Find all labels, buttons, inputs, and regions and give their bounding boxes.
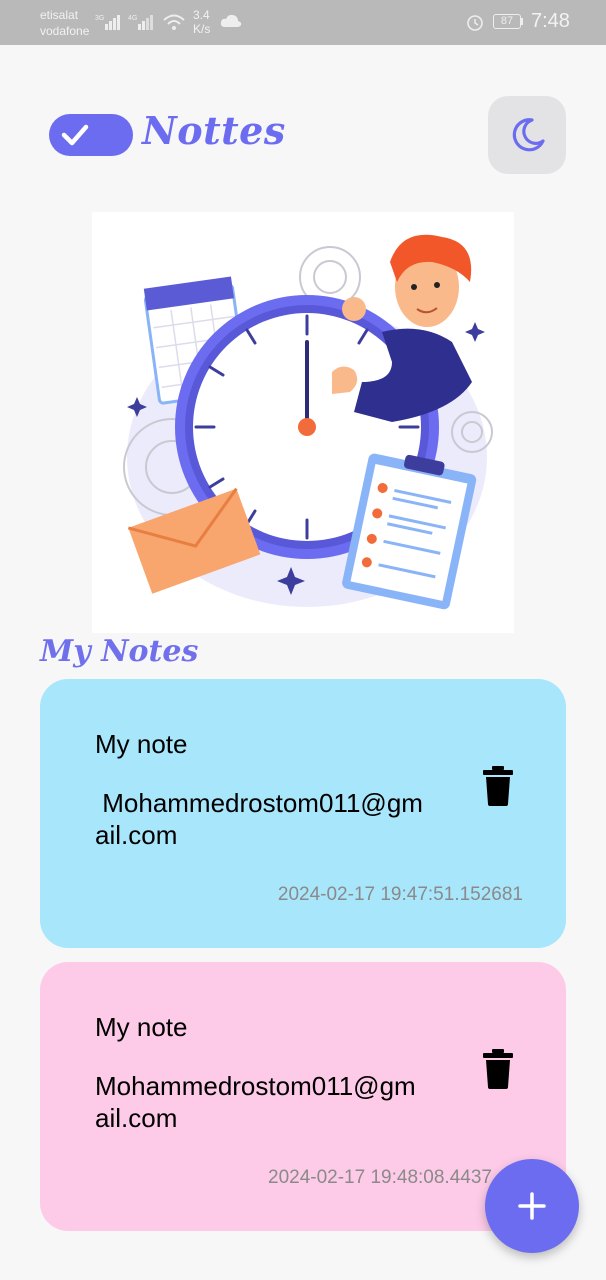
speed-value: 3.4 <box>193 8 210 22</box>
alarm-icon <box>467 15 483 31</box>
signal-icon-2: 4G <box>128 15 153 30</box>
moon-icon <box>512 118 545 152</box>
app-title: Nottes <box>142 108 286 153</box>
note-date: 2024-02-17 19:47:51.152681 <box>277 884 523 905</box>
carrier-2: vodafone <box>40 24 90 38</box>
signal-icon: 3G <box>95 15 120 30</box>
note-body: Mohammedrostom011@gmail.com <box>95 1071 416 1133</box>
plus-icon <box>518 1192 546 1220</box>
hero-illustration <box>92 212 514 633</box>
delete-icon[interactable] <box>482 1049 514 1089</box>
net-2-label: 4G <box>128 15 137 22</box>
note-title: My note <box>95 729 188 759</box>
status-time: 7:48 <box>531 10 570 32</box>
cloud-icon <box>220 14 242 27</box>
net-1-label: 3G <box>95 15 104 22</box>
carrier-labels: etisalat vodafone <box>40 7 89 39</box>
carrier-1: etisalat <box>40 8 79 22</box>
theme-toggle-button[interactable] <box>488 96 566 174</box>
battery-icon: 87 <box>493 14 521 29</box>
battery-level: 87 <box>500 15 514 27</box>
battery-nub <box>521 18 523 25</box>
note-title: My note <box>95 1012 188 1042</box>
check-toggle-icon <box>49 114 133 156</box>
note-date: 2024-02-17 19:48:08.4437 <box>268 1167 492 1188</box>
add-note-button[interactable] <box>485 1159 579 1253</box>
network-speed: 3.4 K/s <box>193 8 210 36</box>
wifi-icon <box>163 14 185 30</box>
section-title: My Notes <box>40 634 199 669</box>
status-bar: etisalat vodafone 3G 4G 3.4 K/s 87 7:48 <box>0 0 606 45</box>
note-card[interactable]: My note Mohammedrostom011@gmail.com 2024… <box>40 679 566 948</box>
delete-icon[interactable] <box>482 766 514 806</box>
speed-unit: K/s <box>193 22 211 36</box>
note-body: Mohammedrostom011@gmail.com <box>95 788 423 850</box>
